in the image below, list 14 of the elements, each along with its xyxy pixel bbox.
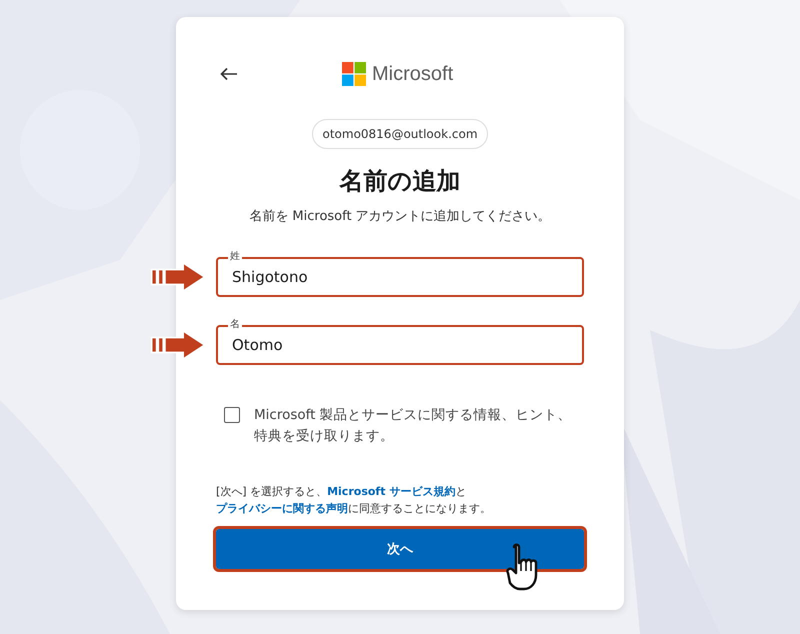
account-email[interactable]: otomo0816@outlook.com xyxy=(312,119,488,149)
next-button[interactable]: 次へ xyxy=(216,529,584,569)
consent-text: [次へ] を選択すると、Microsoft サービス規約 と プライバシーに関する声明に同意することになります。 xyxy=(216,484,492,517)
logo-icon xyxy=(342,62,366,86)
field-label: 名 xyxy=(228,317,242,331)
back-arrow-icon[interactable] xyxy=(220,67,238,81)
checkbox[interactable] xyxy=(224,407,240,423)
link[interactable]: Microsoft サービス規約 xyxy=(327,485,456,498)
checkbox-label: Microsoft 製品とサービスに関する情報、ヒント、特典を受け取ります。 xyxy=(254,406,573,446)
field-label: 姓 xyxy=(228,249,242,263)
link[interactable]: プライバシーに関する声明 xyxy=(216,502,348,515)
subtitle: 名前を Microsoft アカウントに追加してください。 xyxy=(248,208,552,225)
brand-name: Microsoft xyxy=(372,62,454,86)
page-title: 名前の追加 xyxy=(338,166,462,197)
